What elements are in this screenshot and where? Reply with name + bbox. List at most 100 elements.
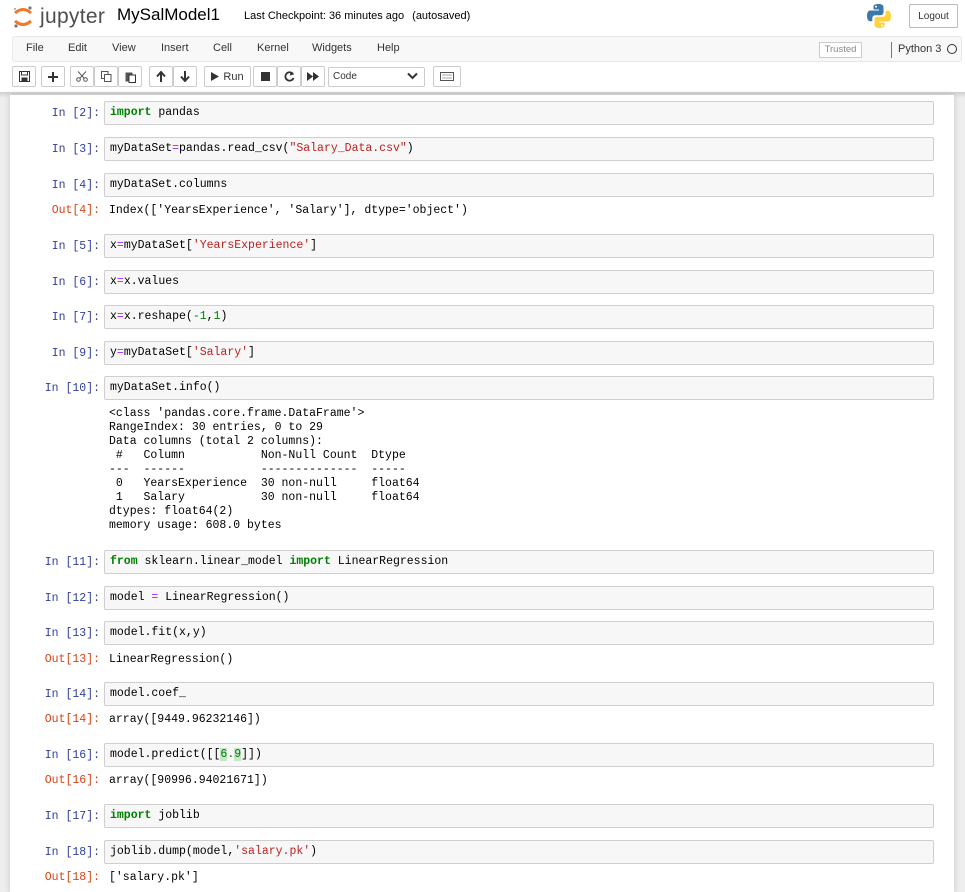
top-bar: jupyter MySalModel1 Last Checkpoint: 36 m… <box>0 0 965 34</box>
menu-edit[interactable]: Edit <box>68 42 87 54</box>
menu-cell[interactable]: Cell <box>213 42 232 54</box>
input-prompt: In [13]: <box>44 627 100 640</box>
code-token: "Salary_Data.csv" <box>289 142 407 155</box>
save-button[interactable] <box>12 66 36 87</box>
keyboard-icon <box>440 72 454 81</box>
code-cell-input[interactable]: model = LinearRegression() <box>104 586 934 610</box>
menu-help[interactable]: Help <box>377 42 400 54</box>
code-cell-input[interactable]: model.fit(x,y) <box>104 621 934 645</box>
paste-button[interactable] <box>118 66 142 87</box>
code-cell-input[interactable]: myDataSet=pandas.read_csv("Salary_Data.c… <box>104 137 934 161</box>
cut-button[interactable] <box>70 66 94 87</box>
code-token: x <box>110 239 117 252</box>
code-token: x.values <box>123 275 180 288</box>
kernel-idle-icon <box>947 44 957 54</box>
code-token: 'Salary' <box>192 346 249 359</box>
code-cell-input[interactable]: model.predict([[6.9]]) <box>104 743 934 767</box>
menu-widgets[interactable]: Widgets <box>312 42 352 54</box>
input-prompt: In [16]: <box>44 749 100 762</box>
insert-cell-button[interactable] <box>41 66 65 87</box>
cell-type-value: Code <box>333 71 357 82</box>
output-prompt: Out[4]: <box>51 204 100 217</box>
menu-bar: File Edit View Insert Cell Kernel Widget… <box>12 36 962 62</box>
code-token: 'YearsExperience' <box>192 239 311 252</box>
code-token: pandas.read_csv( <box>179 142 290 155</box>
move-down-button[interactable] <box>173 66 197 87</box>
autosave-status: (autosaved) <box>412 10 471 22</box>
copy-icon <box>100 71 111 82</box>
code-cell-input[interactable]: myDataSet.info() <box>104 376 934 400</box>
cell-output: array([90996.94021671]) <box>109 774 268 787</box>
cell-output: Index(['YearsExperience', 'Salary'], dty… <box>109 204 468 217</box>
input-prompt: In [5]: <box>51 240 100 253</box>
cell-output: <class 'pandas.core.frame.DataFrame'> Ra… <box>109 407 420 532</box>
move-up-button[interactable] <box>149 66 173 87</box>
restart-button[interactable] <box>277 66 301 87</box>
arrow-down-icon <box>180 71 190 82</box>
kernel-name: Python 3 <box>898 43 942 55</box>
code-cell-input[interactable]: y=myDataSet['Salary'] <box>104 341 934 365</box>
stop-icon <box>260 72 270 81</box>
code-token: joblib <box>151 809 200 822</box>
input-prompt: In [12]: <box>44 592 100 605</box>
code-token: x <box>110 310 117 323</box>
copy-button[interactable] <box>94 66 118 87</box>
paste-icon <box>125 72 136 83</box>
kernel-separator <box>891 42 892 58</box>
save-icon <box>18 71 30 82</box>
menu-view[interactable]: View <box>112 42 136 54</box>
code-cell-input[interactable]: joblib.dump(model,'salary.pk') <box>104 840 934 864</box>
input-prompt: In [3]: <box>51 143 100 156</box>
code-cell-input[interactable]: myDataSet.columns <box>104 173 934 197</box>
plus-icon <box>48 71 58 82</box>
code-token: pandas <box>151 106 200 119</box>
notebook-header: jupyter MySalModel1 Last Checkpoint: 36 m… <box>0 0 965 92</box>
code-token: y <box>110 346 117 359</box>
input-prompt: In [18]: <box>44 846 100 859</box>
code-cell-input[interactable]: x=x.values <box>104 270 934 294</box>
trusted-indicator[interactable]: Trusted <box>819 42 862 58</box>
code-token: myDataSet <box>110 142 173 155</box>
code-cell-input[interactable]: import pandas <box>104 101 934 125</box>
cell-type-select[interactable]: Code <box>328 67 425 87</box>
code-token: LinearRegression() <box>158 591 290 604</box>
interrupt-button[interactable] <box>253 66 277 87</box>
code-token: ]]) <box>241 748 262 761</box>
run-button[interactable]: Run <box>204 66 251 87</box>
output-prompt: Out[16]: <box>44 774 100 787</box>
code-token: import <box>110 809 152 822</box>
output-prompt: Out[14]: <box>44 713 100 726</box>
restart-run-all-button[interactable] <box>301 66 325 87</box>
code-token: -1 <box>192 310 207 323</box>
input-prompt: In [2]: <box>51 107 100 120</box>
code-cell-input[interactable]: model.coef_ <box>104 682 934 706</box>
code-cell-input[interactable]: x=x.reshape(-1,1) <box>104 305 934 329</box>
code-cell-input[interactable]: from sklearn.linear_model import LinearR… <box>104 550 934 574</box>
input-prompt: In [6]: <box>51 276 100 289</box>
menu-file[interactable]: File <box>26 42 44 54</box>
arrow-up-icon <box>156 71 166 82</box>
notebook-name[interactable]: MySalModel1 <box>117 5 220 25</box>
logout-button[interactable]: Logout <box>909 4 958 28</box>
code-token: model.coef_ <box>110 687 186 700</box>
checkpoint-label: Last Checkpoint: <box>244 10 326 22</box>
play-icon <box>211 72 220 81</box>
checkpoint-status: Last Checkpoint: 36 minutes ago (autosaved… <box>244 10 470 22</box>
code-token: from <box>110 555 138 568</box>
code-token: sklearn.linear_model <box>137 555 290 568</box>
menu-insert[interactable]: Insert <box>161 42 189 54</box>
cell-output: array([9449.96232146]) <box>109 713 261 726</box>
checkpoint-time: 36 minutes ago <box>328 10 405 22</box>
code-token: ) <box>406 142 414 155</box>
input-prompt: In [17]: <box>44 810 100 823</box>
menu-kernel[interactable]: Kernel <box>257 42 289 54</box>
code-cell-input[interactable]: x=myDataSet['YearsExperience'] <box>104 234 934 258</box>
code-token: import <box>289 555 331 568</box>
code-cell-input[interactable]: import joblib <box>104 804 934 828</box>
code-token: model.fit(x,y) <box>110 626 207 639</box>
output-prompt: Out[18]: <box>44 871 100 884</box>
command-palette-button[interactable] <box>433 66 461 87</box>
cell-output: ['salary.pk'] <box>109 871 199 884</box>
jupyter-logo[interactable]: jupyter <box>12 3 105 31</box>
input-prompt: In [4]: <box>51 179 100 192</box>
